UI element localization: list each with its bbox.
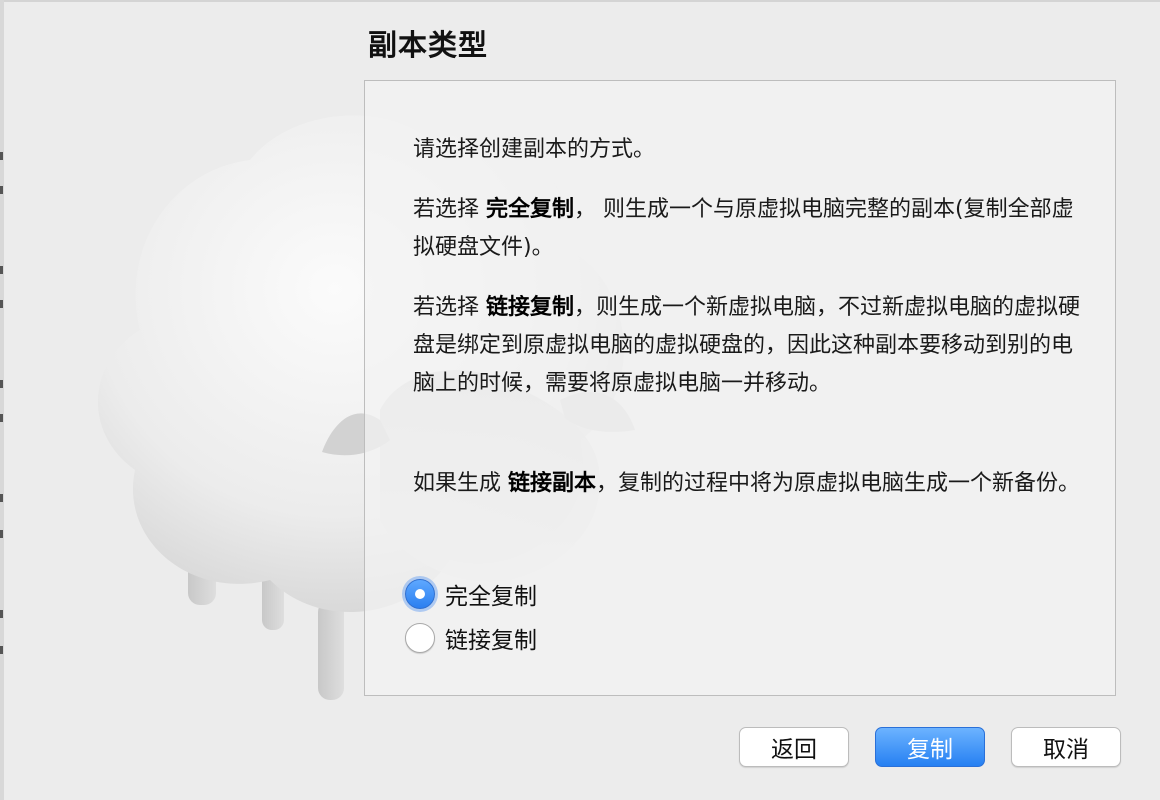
edge-mark: [0, 380, 3, 388]
edge-mark: [0, 152, 3, 160]
background-window-edge: [0, 0, 4, 800]
snapshot-note: 如果生成 链接副本，复制的过程中将为原虚拟电脑生成一个新备份。: [413, 465, 1081, 503]
edge-mark: [0, 414, 3, 422]
copy-button[interactable]: 复制: [875, 727, 985, 767]
edge-mark: [0, 300, 3, 308]
radio-selected-icon[interactable]: [405, 579, 435, 609]
edge-mark: [0, 494, 3, 502]
snapshot-term: 链接副本: [508, 471, 597, 496]
back-button[interactable]: 返回: [739, 727, 849, 767]
intro-text: 请选择创建副本的方式。: [413, 137, 656, 162]
clone-type-dialog: 副本类型 请选择创建副本的方式。 若选择 完全复制， 则生成一个与原虚拟电脑完整…: [0, 0, 1160, 800]
linked-clone-term: 链接复制: [486, 295, 575, 320]
edge-mark: [0, 530, 3, 538]
edge-mark: [0, 266, 3, 274]
description-panel: 请选择创建副本的方式。 若选择 完全复制， 则生成一个与原虚拟电脑完整的副本(复…: [364, 80, 1116, 696]
full-clone-term: 完全复制: [486, 197, 575, 222]
full-clone-description: 若选择 完全复制， 则生成一个与原虚拟电脑完整的副本(复制全部虚拟硬盘文件)。: [413, 191, 1081, 267]
linked-clone-label[interactable]: 链接复制: [445, 621, 537, 655]
linked-clone-description: 若选择 链接复制，则生成一个新虚拟电脑，不过新虚拟电脑的虚拟硬盘是绑定到原虚拟电…: [413, 289, 1081, 403]
edge-mark: [0, 610, 3, 618]
cancel-button[interactable]: 取消: [1011, 727, 1121, 767]
snapshot-rest: ，复制的过程中将为原虚拟电脑生成一个新备份。: [596, 471, 1081, 496]
edge-mark: [0, 646, 3, 654]
radio-unselected-icon[interactable]: [405, 623, 435, 653]
linked-clone-prefix: 若选择: [413, 295, 486, 320]
full-clone-prefix: 若选择: [413, 197, 486, 222]
snapshot-prefix: 如果生成: [413, 471, 508, 496]
full-clone-label[interactable]: 完全复制: [445, 577, 537, 611]
full-clone-radio[interactable]: 完全复制: [405, 577, 537, 611]
page-title: 副本类型: [368, 28, 489, 62]
window-top-edge: [0, 0, 1160, 2]
linked-clone-radio[interactable]: 链接复制: [405, 621, 537, 655]
edge-mark: [0, 186, 3, 194]
